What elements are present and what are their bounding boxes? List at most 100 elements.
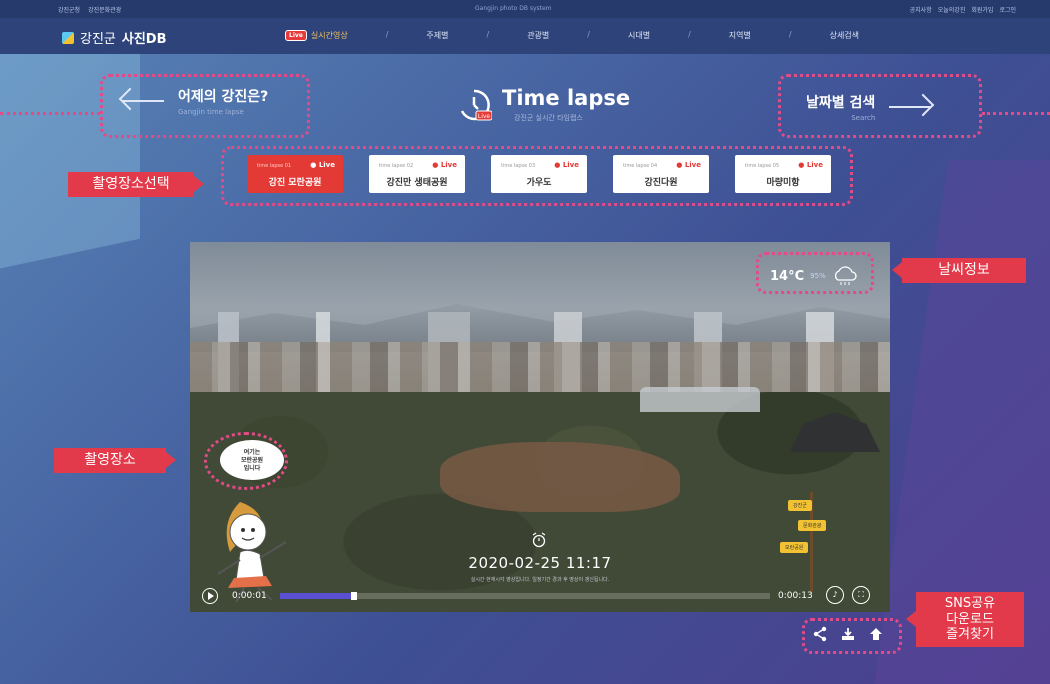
clock-live-badge: Live [478,113,491,120]
nav-separator: / [486,30,490,39]
sign: 강진군 [788,500,812,511]
location-tag: time lapse 04 [623,163,658,169]
location-name: 강진만 생태공원 [386,178,448,188]
annotation-frame-weather [756,252,874,294]
nav-item-theme[interactable]: 주제별 [426,30,448,41]
nav-item-region[interactable]: 지역별 [729,30,751,41]
logo-region: 강진군 [80,32,116,47]
location-name: 가우도 [526,178,552,188]
live-indicator: ● Live [798,161,823,169]
nav-item-detail-search[interactable]: 상세검색 [830,30,859,41]
nav-separator: / [385,30,389,39]
live-indicator: ● Live [554,161,579,169]
prev-subtitle: Gangjin time lapse [178,108,244,116]
nav-separator: / [688,30,691,39]
bookmark-icon[interactable] [868,626,884,642]
mascot-character [200,482,330,603]
progress-bar[interactable] [280,592,770,600]
nav-separator: / [788,30,792,39]
annotation-sns-line: 다운로드 [946,611,994,627]
nav-item-era[interactable]: 시대별 [628,30,650,41]
location-tag: time lapse 02 [379,163,414,169]
scene-field [440,442,680,512]
link-gangjin-tourism[interactable]: 강진문화관광 [88,5,121,14]
nav-item-tourism[interactable]: 관광별 [527,30,549,41]
link-notice[interactable]: 공지사항 [910,5,932,14]
annotation-sns-line: 즐겨찾기 [946,627,994,643]
logo-title: 사진DB [121,32,167,47]
volume-icon[interactable]: ♪ [826,586,844,604]
annotation-location-select: 촬영장소선택 [68,172,204,197]
location-tag: time lapse 01 [257,163,292,169]
location-button-eco-park[interactable]: time lapse 02 ● Live 강진만 생태공원 [369,155,465,193]
location-selector: time lapse 01 ● Live 강진 모란공원 time lapse … [247,155,831,193]
live-indicator: ● Live [432,161,457,169]
progress-knob[interactable] [350,592,357,600]
annotation-location: 촬영장소 [54,448,176,473]
nav-item-realtime[interactable]: Live 실시간영상 [285,30,348,41]
background-shape [0,18,140,282]
next-subtitle: Search [851,114,876,122]
scene-greenhouse [640,387,760,412]
annotation-weather: 날씨정보 [892,258,1026,283]
location-tag: time lapse 05 [745,163,780,169]
link-gangjin-county[interactable]: 강진군청 [58,5,80,14]
location-name: 강진 모란공원 [268,178,322,188]
sign: 문화관광 [798,520,827,531]
location-button-moran-park[interactable]: time lapse 01 ● Live 강진 모란공원 [247,155,343,193]
video-controls: 0:00:01 0:00:13 ♪ ⛶ [200,586,880,606]
fullscreen-icon[interactable]: ⛶ [852,586,870,604]
location-button-gaudo[interactable]: time lapse 03 ● Live 가우도 [491,155,587,193]
timelapse-title-block: Live Time lapse 강진군 실시간 타임랩스 [456,86,630,123]
nav-menu: Live 실시간영상 / 주제별 / 관광별 / 시대별 / 지역별 / 상세검… [285,30,859,41]
annotation-frame-speech [204,432,288,490]
live-badge: Live [285,30,307,41]
link-login[interactable]: 로그인 [999,5,1016,14]
location-button-maryang-port[interactable]: time lapse 05 ● Live 마량미항 [735,155,831,193]
current-time: 0:00:01 [232,591,267,601]
annotation-dotline [982,112,1050,115]
timelapse-subtitle: 강진군 실시간 타임랩스 [514,114,583,122]
logo-mark-icon [62,31,74,44]
link-today[interactable]: 오늘의강진 [938,5,966,14]
link-signup[interactable]: 회원가입 [971,5,993,14]
capture-timestamp: 2020-02-25 11:17 [468,554,612,572]
annotation-sns: SNS공유 다운로드 즐겨찾기 [906,592,1024,647]
next-title: 날짜별 검색 [806,95,876,111]
location-button-tea-garden[interactable]: time lapse 04 ● Live 강진다원 [613,155,709,193]
site-logo[interactable]: 강진군 사진DB [62,28,167,47]
top-utility-bar: 강진군청 강진문화관광 Gangjin photo DB system 공지사항… [0,0,1050,18]
video-player[interactable]: 14°C 95% 여기는 모란공원 입니다 강진군 문화관광 모란공원 2020… [190,242,890,612]
annotation-dotline [0,112,100,115]
location-tag: time lapse 03 [501,163,536,169]
timelapse-text: Time lapse 강진군 실시간 타임랩스 [502,86,630,123]
main-nav: 강진군 사진DB Live 실시간영상 / 주제별 / 관광별 / 시대별 / … [0,18,1050,54]
top-left-links: 강진군청 강진문화관광 [58,5,121,14]
end-time: 0:00:13 [778,591,813,601]
video-caption: 실시간 현재시각 영상입니다. 일정기간 경과 후 영상이 갱신됩니다. [470,577,610,583]
prev-text: 어제의 강진은? Gangjin time lapse [178,86,268,116]
play-button-icon[interactable] [202,588,218,604]
page: 강진군청 강진문화관광 Gangjin photo DB system 공지사항… [0,0,1050,684]
nav-separator: / [587,30,590,39]
next-text: 날짜별 검색 Search [806,92,875,122]
alarm-clock-icon [531,532,547,548]
nav-item-label: 실시간영상 [310,31,348,40]
annotation-sns-line: SNS공유 [944,596,996,611]
top-right-links: 공지사항 오늘의강진 회원가입 로그인 [910,5,1016,14]
timelapse-title: Time lapse [502,86,631,110]
arrow-right-icon [889,106,932,108]
date-search-link[interactable]: 날짜별 검색 Search [806,92,932,122]
timelapse-clock-icon: Live [456,87,493,123]
live-indicator: ● Live [310,161,335,169]
arrow-left-icon [122,100,164,102]
live-indicator: ● Live [676,161,701,169]
progress-fill [280,593,354,599]
download-icon[interactable] [840,626,856,642]
location-name: 마량미항 [766,178,800,188]
prev-title: 어제의 강진은? [178,89,269,105]
location-name: 강진다원 [644,178,678,188]
share-icon[interactable] [812,626,828,642]
system-name: Gangjin photo DB system [475,5,552,12]
prev-day-link[interactable]: 어제의 강진은? Gangjin time lapse [122,86,268,116]
